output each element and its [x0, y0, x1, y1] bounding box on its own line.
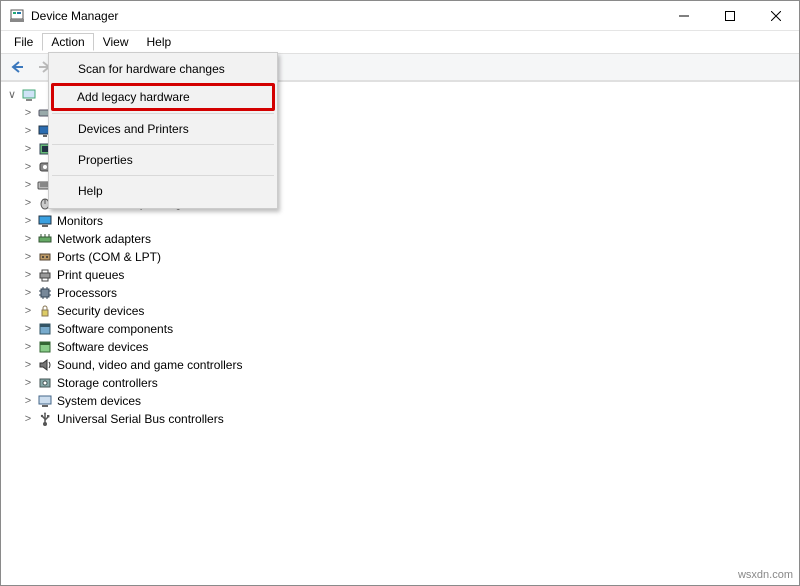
monitor-icon [37, 213, 53, 229]
expander-icon[interactable]: > [21, 374, 35, 392]
tree-item-label: System devices [57, 392, 141, 410]
window-title: Device Manager [31, 9, 661, 23]
menu-scan-hardware[interactable]: Scan for hardware changes [52, 56, 274, 82]
tree-item[interactable]: > Software devices [5, 338, 797, 356]
expander-icon[interactable]: > [21, 176, 35, 194]
expander-icon[interactable]: > [21, 392, 35, 410]
menu-add-legacy-hardware[interactable]: Add legacy hardware [51, 83, 275, 111]
tree-item-label: Storage controllers [57, 374, 158, 392]
ports-icon [37, 249, 53, 265]
tree-item[interactable]: > System devices [5, 392, 797, 410]
softdev-icon [37, 339, 53, 355]
tree-item-label: Sound, video and game controllers [57, 356, 242, 374]
expander-icon[interactable]: ∨ [5, 86, 19, 104]
expander-icon[interactable]: > [21, 122, 35, 140]
menu-separator [52, 113, 274, 114]
expander-icon[interactable]: > [21, 248, 35, 266]
watermark: wsxdn.com [738, 569, 793, 581]
menu-help-item[interactable]: Help [52, 178, 274, 204]
menu-view[interactable]: View [94, 33, 138, 51]
usb-icon [37, 411, 53, 427]
cpu-icon [37, 285, 53, 301]
tree-item[interactable]: > Universal Serial Bus controllers [5, 410, 797, 428]
expander-icon[interactable]: > [21, 410, 35, 428]
window: Device Manager File Action View Help Sca… [0, 0, 800, 586]
expander-icon[interactable]: > [21, 338, 35, 356]
menu-properties[interactable]: Properties [52, 147, 274, 173]
expander-icon[interactable]: > [21, 320, 35, 338]
printer-icon [37, 267, 53, 283]
security-icon [37, 303, 53, 319]
expander-icon[interactable]: > [21, 302, 35, 320]
app-icon [9, 8, 25, 24]
window-controls [661, 1, 799, 30]
tree-item-label: Software devices [57, 338, 148, 356]
expander-icon[interactable]: > [21, 284, 35, 302]
sound-icon [37, 357, 53, 373]
tree-item[interactable]: > Security devices [5, 302, 797, 320]
menu-help[interactable]: Help [138, 33, 181, 51]
tree-item-label: Software components [57, 320, 173, 338]
tree-item[interactable]: > Print queues [5, 266, 797, 284]
expander-icon[interactable]: > [21, 212, 35, 230]
storage-icon [37, 375, 53, 391]
expander-icon[interactable]: > [21, 266, 35, 284]
expander-icon[interactable]: > [21, 158, 35, 176]
softcomp-icon [37, 321, 53, 337]
tree-item[interactable]: > Sound, video and game controllers [5, 356, 797, 374]
expander-icon[interactable]: > [21, 140, 35, 158]
maximize-button[interactable] [707, 1, 753, 30]
tree-item-label: Universal Serial Bus controllers [57, 410, 224, 428]
expander-icon[interactable]: > [21, 230, 35, 248]
tree-item[interactable]: > Software components [5, 320, 797, 338]
system-icon [37, 393, 53, 409]
tree-item[interactable]: > Monitors [5, 212, 797, 230]
tree-item-label: Network adapters [57, 230, 151, 248]
menu-file[interactable]: File [5, 33, 42, 51]
tree-item-label: Security devices [57, 302, 144, 320]
menu-devices-printers[interactable]: Devices and Printers [52, 116, 274, 142]
titlebar: Device Manager [1, 1, 799, 31]
action-dropdown: Scan for hardware changes Add legacy har… [48, 52, 278, 209]
close-button[interactable] [753, 1, 799, 30]
menu-separator [52, 144, 274, 145]
menu-separator [52, 175, 274, 176]
tree-item-label: Ports (COM & LPT) [57, 248, 161, 266]
menubar: File Action View Help Scan for hardware … [1, 31, 799, 53]
expander-icon[interactable]: > [21, 194, 35, 212]
tree-item-label: Print queues [57, 266, 124, 284]
minimize-button[interactable] [661, 1, 707, 30]
tree-item[interactable]: > Storage controllers [5, 374, 797, 392]
tree-item[interactable]: > Processors [5, 284, 797, 302]
tree-item-label: Monitors [57, 212, 103, 230]
tree-item[interactable]: > Network adapters [5, 230, 797, 248]
tree-item-label: Processors [57, 284, 117, 302]
expander-icon[interactable]: > [21, 104, 35, 122]
back-button[interactable] [5, 55, 29, 79]
network-icon [37, 231, 53, 247]
expander-icon[interactable]: > [21, 356, 35, 374]
computer-icon [21, 87, 37, 103]
tree-item[interactable]: > Ports (COM & LPT) [5, 248, 797, 266]
menu-action[interactable]: Action [42, 33, 93, 51]
